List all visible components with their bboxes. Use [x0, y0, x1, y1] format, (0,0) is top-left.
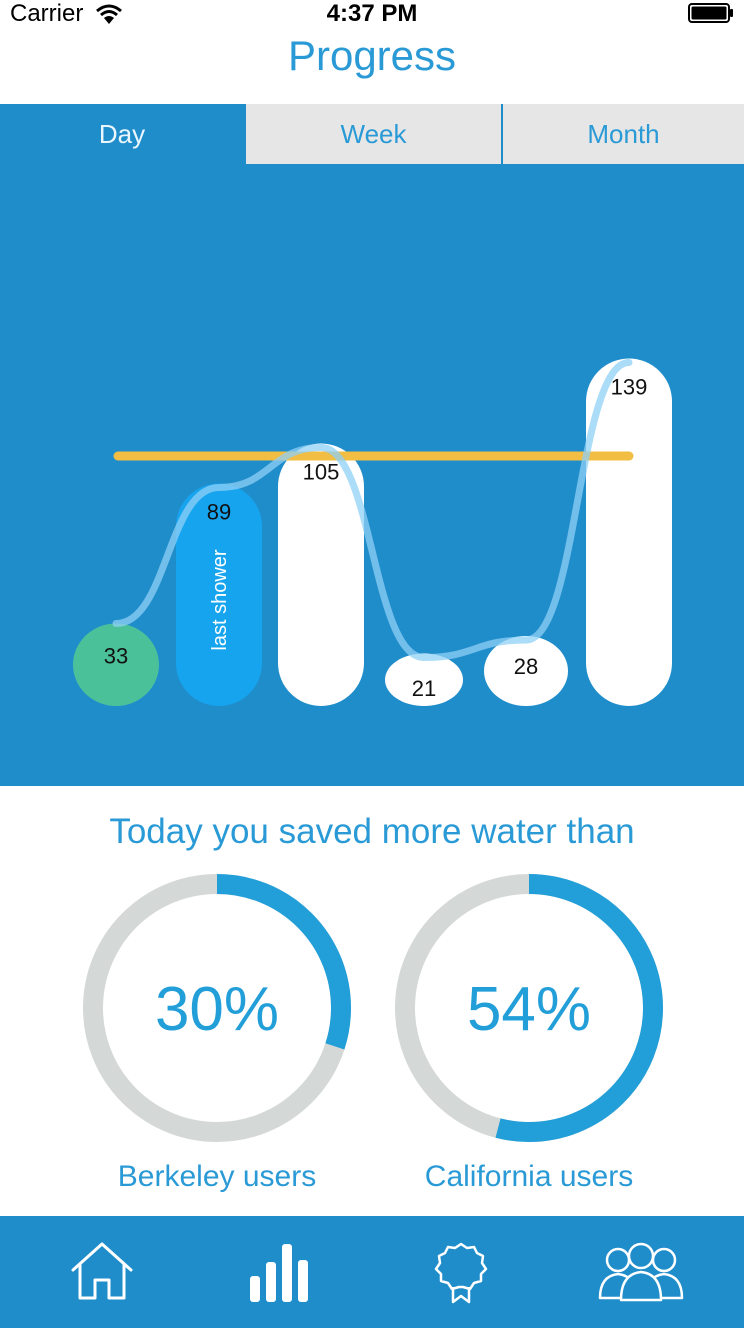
- usage-chart: 33 89 105 21 28 139 last shower: [73, 358, 672, 706]
- summary-title: Today you saved more water than: [109, 812, 635, 851]
- status-bar: Carrier 4:37 PM: [0, 0, 744, 30]
- clock: 4:37 PM: [326, 0, 418, 27]
- ring-percentage: 54%: [467, 975, 591, 1044]
- community-icon: [598, 1242, 684, 1302]
- award-icon: [434, 1242, 488, 1304]
- chart-panel: 33 89 105 21 28 139 last shower: [0, 104, 744, 786]
- berkeley-label: Berkeley users: [117, 1160, 317, 1193]
- tab-week[interactable]: Week: [244, 104, 501, 164]
- page-title: Progress: [287, 32, 457, 79]
- tab-month[interactable]: Month: [501, 104, 744, 164]
- bar-value-label: 89: [207, 500, 231, 525]
- bar-value-label: 33: [104, 644, 128, 669]
- california-progress-ring: 54%: [395, 874, 663, 1142]
- bar-value-label: 105: [303, 460, 340, 485]
- california-label: California users: [424, 1160, 634, 1193]
- battery-icon: [688, 3, 733, 23]
- tab-home[interactable]: [9, 1216, 195, 1328]
- bar-chart-icon: [250, 1244, 308, 1302]
- bar-value-label: 28: [514, 654, 538, 679]
- berkeley-progress-ring: 30%: [83, 874, 351, 1142]
- tab-progress[interactable]: [188, 1216, 374, 1328]
- home-icon: [71, 1242, 133, 1300]
- ring-percentage: 30%: [155, 975, 279, 1044]
- bar-value-label: 21: [412, 676, 436, 701]
- bar-value-label: 139: [611, 375, 648, 400]
- period-tabs: Day Week Month: [0, 104, 744, 164]
- last-shower-label: last shower: [209, 549, 231, 650]
- tab-awards[interactable]: [368, 1216, 554, 1328]
- tab-day[interactable]: Day: [0, 104, 244, 164]
- tab-community[interactable]: [548, 1216, 734, 1328]
